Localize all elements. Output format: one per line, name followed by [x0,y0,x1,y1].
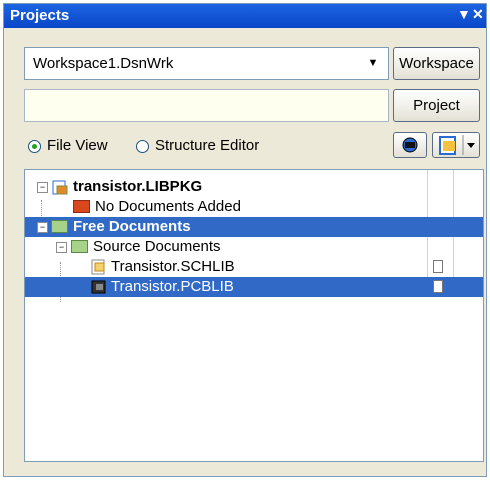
project-tree[interactable]: − transistor.LIBPKG No Documents Added −… [24,169,484,462]
document-status-icon [433,260,443,273]
schlib-icon [91,259,105,275]
structure-editor-radio[interactable] [136,140,149,153]
green-folder-icon [51,220,68,233]
tree-item-label: Transistor.PCBLIB [111,278,234,295]
tree-row-pcblib[interactable]: Transistor.PCBLIB [25,277,483,297]
compile-button[interactable] [393,132,427,158]
panel-menu-icon[interactable]: ▼ [457,6,471,22]
chevron-down-icon[interactable]: ▼ [362,52,384,75]
project-options-button[interactable] [432,132,480,158]
workspace-select[interactable]: Workspace1.DsnWrk ▼ [24,47,389,80]
pcblib-icon [91,280,106,294]
file-view-radio[interactable] [28,140,41,153]
tree-row-no-documents[interactable]: No Documents Added [25,197,483,217]
red-folder-icon [73,200,90,213]
collapse-icon[interactable]: − [37,182,48,193]
collapse-icon[interactable]: − [37,222,48,233]
tree-item-label: transistor.LIBPKG [73,178,203,195]
project-field[interactable] [24,89,389,122]
close-icon[interactable]: ✕ [472,6,484,23]
document-options-icon [439,135,475,155]
compile-icon [402,137,418,153]
project-button[interactable]: Project [393,89,480,122]
tree-item-label: No Documents Added [95,198,241,215]
tree-row-schlib[interactable]: Transistor.SCHLIB [25,257,483,277]
tree-row-source-documents[interactable]: − Source Documents [25,237,483,257]
tree-row-libpkg[interactable]: − transistor.LIBPKG [25,177,483,197]
panel-title: Projects [10,7,70,24]
tree-item-label: Transistor.SCHLIB [111,258,235,275]
document-status-icon [433,280,443,293]
file-view-label[interactable]: File View [47,137,108,154]
workspace-button[interactable]: Workspace [393,47,480,80]
projects-panel: Projects ▼ ✕ Workspace1.DsnWrk ▼ Workspa… [3,3,487,477]
tree-item-label: Source Documents [93,238,221,255]
panel-titlebar: Projects ▼ ✕ [4,4,486,28]
collapse-icon[interactable]: − [56,242,67,253]
tree-item-label: Free Documents [73,218,191,235]
library-package-icon [52,180,68,195]
tree-row-free-documents[interactable]: − Free Documents [25,217,483,237]
workspace-select-value: Workspace1.DsnWrk [33,55,174,72]
structure-editor-label[interactable]: Structure Editor [155,137,259,154]
green-folder-icon [71,240,88,253]
